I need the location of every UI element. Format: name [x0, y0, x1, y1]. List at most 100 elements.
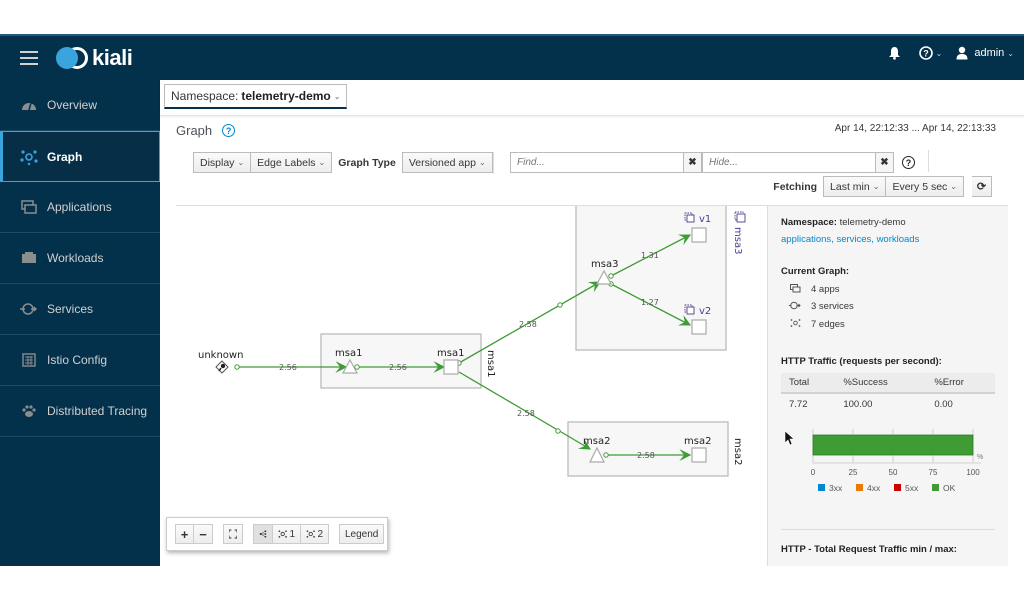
- edge-label: 1.27: [641, 298, 659, 307]
- find-field[interactable]: [517, 157, 677, 168]
- bar-ok: [812, 434, 974, 456]
- total-traffic-heading: HTTP - Total Request Traffic min / max:: [781, 544, 957, 555]
- find-help-icon[interactable]: ?: [902, 156, 915, 169]
- legend-button[interactable]: Legend: [339, 524, 385, 544]
- sidebar-item-graph[interactable]: Graph: [0, 131, 160, 182]
- time-range: Apr 14, 22:12:33 ... Apr 14, 22:13:33: [834, 123, 996, 134]
- sidebar-item-overview[interactable]: Overview: [0, 80, 160, 131]
- edge-msa1-msa2[interactable]: 2.58: [458, 371, 592, 450]
- x-tick-label: 75: [929, 468, 938, 477]
- graph-type-value: Versioned app: [408, 156, 476, 169]
- page-title: Graph: [176, 123, 213, 138]
- summary-panel: Namespace: telemetry-demo applications, …: [767, 206, 1008, 566]
- overview-icon: [20, 97, 38, 113]
- http-status-bar-chart: 0 25 50 75 100% 3xx 4xx 5xx OK: [784, 429, 983, 493]
- sidebar-item-services[interactable]: Services: [0, 284, 160, 335]
- refresh-button[interactable]: ⟳: [972, 176, 992, 197]
- edge-labels-label: Edge Labels: [257, 156, 316, 169]
- hide-field[interactable]: [709, 157, 869, 168]
- node-label: msa1: [335, 348, 362, 359]
- layout-1-button[interactable]: 1: [273, 524, 301, 544]
- sidebar-item-workloads[interactable]: Workloads: [0, 233, 160, 284]
- applications-icon: [20, 199, 38, 215]
- sidebar-item-label: Graph: [47, 149, 83, 164]
- sidebar-item-istio-config[interactable]: Istio Config: [0, 335, 160, 386]
- refresh-icon: ⟳: [976, 181, 987, 193]
- column-header: %Success: [835, 373, 927, 394]
- sidebar-item-applications[interactable]: Applications: [0, 182, 160, 233]
- table-row: 7.72 100.00 0.00: [781, 393, 995, 415]
- toolbar-divider: [928, 150, 929, 172]
- x-tick-label: 50: [889, 468, 898, 477]
- duration-dropdown[interactable]: Last min ⌄: [823, 176, 887, 197]
- layout-tree-icon: [259, 530, 267, 538]
- box-label: msa2: [732, 438, 743, 465]
- app-box-msa1[interactable]: msa1: [320, 333, 496, 389]
- layout-2-label: 2: [317, 528, 323, 540]
- expand-icon: [229, 529, 237, 539]
- zoom-in-button[interactable]: +: [175, 524, 194, 544]
- http-traffic-heading: HTTP Traffic (requests per second):: [781, 356, 942, 367]
- namespace-name: telemetry-demo: [839, 217, 906, 228]
- brand-name: kiali: [92, 45, 133, 70]
- applications-icon: [789, 284, 801, 295]
- zoom-out-button[interactable]: −: [194, 524, 213, 544]
- minus-icon: −: [199, 526, 207, 542]
- namespace-value: telemetry-demo: [241, 89, 331, 103]
- edge-label: 2.56: [389, 363, 407, 372]
- kiali-app: kiali ? ⌄ admin ⌄ Overview Graph Applica…: [0, 34, 1024, 566]
- sidebar: Overview Graph Applications Workloads Se…: [0, 80, 160, 566]
- edge-labels-dropdown[interactable]: Edge Labels ⌄: [251, 152, 333, 173]
- legend-label-4xx: 4xx: [867, 483, 881, 493]
- namespace-links[interactable]: applications, services, workloads: [781, 234, 995, 245]
- node-label: v2: [699, 306, 711, 317]
- clear-hide-button[interactable]: ✖: [876, 152, 894, 173]
- column-header: %Error: [926, 373, 995, 394]
- masthead: kiali ? ⌄ admin ⌄: [0, 34, 1024, 80]
- sidebar-item-label: Workloads: [47, 251, 104, 265]
- column-header: Total: [781, 373, 836, 394]
- chevron-down-icon: ⌄: [333, 91, 341, 101]
- hamburger-icon[interactable]: [20, 51, 38, 65]
- sidebar-item-label: Applications: [47, 200, 112, 214]
- graph-icon: [306, 530, 315, 538]
- edge-label: 2.56: [279, 363, 297, 372]
- graph-type-dropdown[interactable]: Versioned app ⌄: [401, 152, 493, 173]
- legend-label-3xx: 3xx: [829, 483, 843, 493]
- namespace-heading: Namespace:: [781, 217, 837, 228]
- help-menu[interactable]: ? ⌄: [918, 46, 942, 60]
- layout-default-button[interactable]: [253, 524, 273, 544]
- user-menu[interactable]: admin ⌄: [956, 46, 1014, 60]
- node-label: msa2: [684, 436, 711, 447]
- sidebar-item-distributed-tracing[interactable]: Distributed Tracing: [0, 386, 160, 437]
- paw-icon: [20, 403, 38, 419]
- user-icon: [956, 46, 968, 60]
- clear-find-button[interactable]: ✖: [684, 152, 702, 173]
- kiali-logo[interactable]: kiali: [56, 44, 133, 72]
- sidebar-item-label: Services: [47, 302, 94, 316]
- svg-text:?: ?: [923, 48, 929, 58]
- graph-icon: [20, 149, 38, 165]
- sidebar-item-label: Istio Config: [47, 353, 108, 367]
- app-box-msa2[interactable]: msa2: [567, 421, 743, 477]
- help-icon[interactable]: ?: [222, 124, 236, 137]
- display-dropdown[interactable]: Display ⌄: [193, 152, 252, 173]
- refresh-interval-dropdown[interactable]: Every 5 sec ⌄: [886, 176, 964, 197]
- mouse-cursor-icon: [784, 430, 795, 446]
- hide-input[interactable]: [702, 152, 876, 173]
- namespace-bar: Namespace: telemetry-demo ⌄: [160, 80, 1024, 116]
- chevron-down-icon: ⌄: [950, 182, 957, 191]
- find-input[interactable]: [510, 152, 684, 173]
- edges-count: 7 edges: [811, 318, 845, 330]
- fit-to-screen-button[interactable]: [223, 524, 243, 544]
- namespace-dropdown[interactable]: Namespace: telemetry-demo ⌄: [164, 84, 348, 109]
- notifications-button[interactable]: [888, 46, 901, 60]
- layout-2-button[interactable]: 2: [301, 524, 329, 544]
- service-graph[interactable]: msa1 msa3 msa2 2.56 2.56 2.58 2.58 1.31 …: [160, 206, 768, 566]
- node-label: msa1: [437, 348, 464, 359]
- graph-zoom-toolbar: + − 1 2 Legend: [166, 517, 388, 551]
- plus-icon: +: [180, 526, 189, 542]
- legend-swatch-ok: [932, 484, 939, 491]
- main-content: Namespace: telemetry-demo ⌄ Graph ? Apr …: [160, 80, 1024, 566]
- legend-label-ok: OK: [943, 483, 956, 493]
